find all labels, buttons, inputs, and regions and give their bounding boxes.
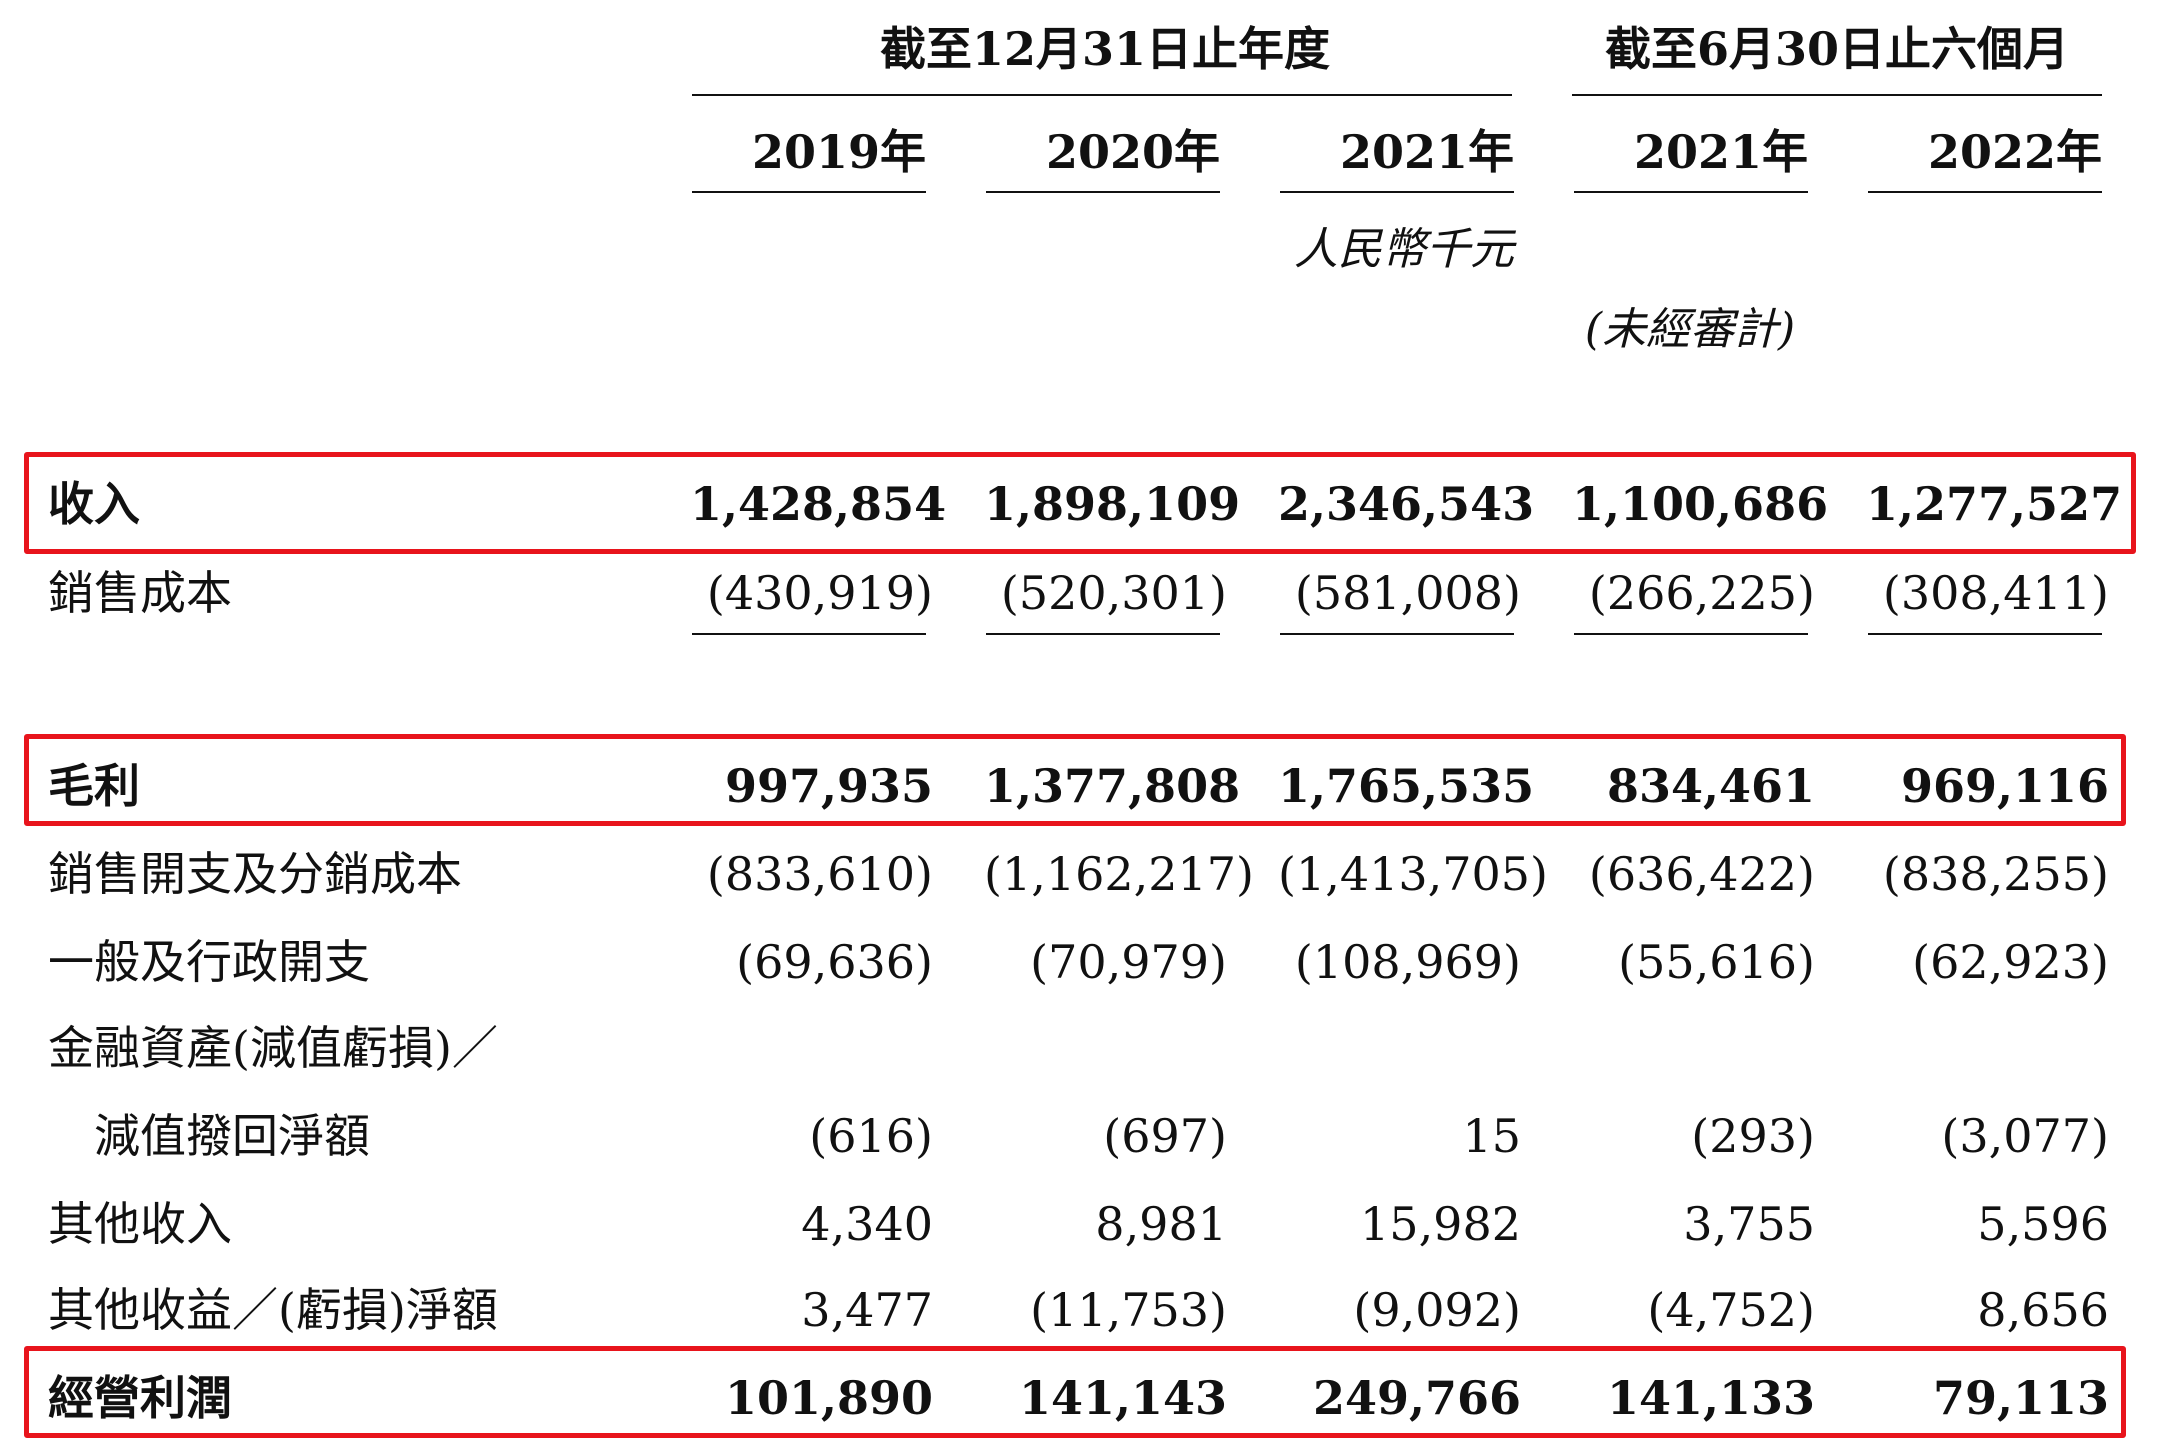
row-value: 4,340 — [801, 1197, 933, 1251]
header-year-3: 2021年 — [1339, 125, 1514, 179]
currency-note: 人民幣千元 — [1294, 224, 1514, 275]
row-label-admin-expenses: 一般及行政開支 — [48, 935, 370, 989]
header-year-2: 2020年 — [1045, 125, 1220, 179]
header-year-1: 2019年 — [751, 125, 926, 179]
header-year-rule-4 — [1574, 191, 1808, 193]
subtotal-rule — [1868, 633, 2102, 635]
row-value: (3,077) — [1941, 1109, 2109, 1163]
subtotal-rule — [986, 633, 1220, 635]
row-value: 15 — [1462, 1109, 1521, 1163]
row-label-impairment: 金融資產(減值虧損)／ — [48, 1021, 498, 1075]
row-value: 3,477 — [801, 1283, 933, 1337]
header-year-rule-2 — [986, 191, 1220, 193]
row-label-cost-of-sales: 銷售成本 — [48, 566, 232, 620]
row-value: (308,411) — [1882, 566, 2109, 620]
row-value: 15,982 — [1360, 1197, 1521, 1251]
row-value: (55,616) — [1618, 935, 1815, 989]
row-value: (293) — [1691, 1109, 1815, 1163]
row-label-impairment-continued: 減值撥回淨額 — [94, 1109, 370, 1163]
row-value: 8,656 — [1977, 1283, 2109, 1337]
highlight-box-operating-profit — [24, 1346, 2126, 1438]
row-label-other-income: 其他收入 — [48, 1197, 232, 1251]
header-group-rule-annual — [692, 94, 1512, 96]
header-year-rule-1 — [692, 191, 926, 193]
header-year-4: 2021年 — [1633, 125, 1808, 179]
row-value: (62,923) — [1912, 935, 2109, 989]
highlight-box-gross-profit — [24, 734, 2126, 826]
row-value: (1,413,705) — [1278, 847, 1549, 901]
row-value: (266,225) — [1588, 566, 1815, 620]
row-value: (636,422) — [1588, 847, 1815, 901]
header-group-annual: 截至12月31日止年度 — [879, 22, 1331, 76]
header-year-rule-5 — [1868, 191, 2102, 193]
row-value: 3,755 — [1683, 1197, 1815, 1251]
unaudited-note: (未經審計) — [1584, 304, 1796, 355]
subtotal-rule — [1280, 633, 1514, 635]
row-value: (1,162,217) — [984, 847, 1255, 901]
row-value: (520,301) — [1000, 566, 1227, 620]
row-value: 8,981 — [1095, 1197, 1227, 1251]
header-year-rule-3 — [1280, 191, 1514, 193]
row-value: (697) — [1103, 1109, 1227, 1163]
row-value: 5,596 — [1977, 1197, 2109, 1251]
highlight-box-revenue — [24, 452, 2136, 554]
header-group-interim: 截至6月30日止六個月 — [1604, 22, 2070, 76]
row-value: (430,919) — [706, 566, 933, 620]
subtotal-rule — [1574, 633, 1808, 635]
row-value: (838,255) — [1882, 847, 2109, 901]
header-group-rule-interim — [1572, 94, 2102, 96]
row-value: (4,752) — [1647, 1283, 1815, 1337]
row-label-other-gains: 其他收益／(虧損)淨額 — [48, 1283, 498, 1337]
row-value: (11,753) — [1030, 1283, 1227, 1337]
row-value: (108,969) — [1294, 935, 1521, 989]
financial-table: 截至12月31日止年度 截至6月30日止六個月 2019年 2020年 2021… — [0, 0, 2166, 1440]
row-value: (833,610) — [706, 847, 933, 901]
row-value: (70,979) — [1030, 935, 1227, 989]
row-value: (616) — [809, 1109, 933, 1163]
row-value: (581,008) — [1294, 566, 1521, 620]
row-label-selling-expenses: 銷售開支及分銷成本 — [48, 847, 462, 901]
header-year-5: 2022年 — [1927, 125, 2102, 179]
subtotal-rule — [692, 633, 926, 635]
row-value: (9,092) — [1353, 1283, 1521, 1337]
row-value: (69,636) — [736, 935, 933, 989]
